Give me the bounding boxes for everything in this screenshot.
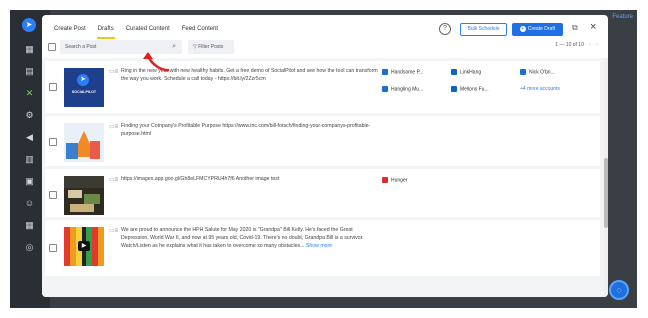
list-item[interactable]: ➤ SOCIALPILOT ▭≡ Ring in the new year wi… [45, 61, 600, 113]
background-feature-link: Feature [612, 14, 633, 20]
connect-icon[interactable]: ✕ [23, 88, 36, 98]
analytics-icon[interactable]: ▥ [23, 154, 36, 164]
socialpilot-logo-icon: ➤ [77, 74, 89, 86]
tab-create-post[interactable]: Create Post [53, 23, 87, 39]
drafts-modal: Create Post Drafts Curated Content Feed … [42, 15, 608, 297]
draft-list: ➤ SOCIALPILOT ▭≡ Ring in the new year wi… [42, 58, 604, 297]
account-tag: Hangling Mu... [382, 86, 423, 93]
close-icon[interactable]: × [590, 21, 596, 33]
list-item[interactable]: ▭≡ https://images.app.goo.gl/Gh8eLFMCYPR… [45, 169, 600, 217]
account-tag: LinkHang [451, 69, 481, 76]
account-tag: Handsome P... [382, 69, 423, 76]
settings-icon[interactable]: ⚙ [23, 110, 36, 120]
expand-icon[interactable]: ⧉ [572, 23, 578, 33]
linkedin-icon [451, 69, 457, 75]
plus-icon: + [519, 25, 526, 32]
post-checkbox[interactable] [49, 191, 57, 199]
text-image-icon: ▭≡ [109, 124, 119, 130]
filter-bar: Search a Post ⌕ ▽ Filter Posts 1 — 10 of… [42, 38, 608, 56]
post-text: We are proud to announce the HPH Salute … [121, 226, 379, 250]
prev-page-icon[interactable]: ‹ [589, 42, 591, 48]
post-thumbnail [64, 176, 104, 215]
post-checkbox[interactable] [49, 244, 57, 252]
select-all-checkbox[interactable] [48, 43, 56, 51]
account-name: Hunger [391, 177, 408, 184]
filter-posts-button[interactable]: ▽ Filter Posts [188, 40, 234, 54]
account-name: Nick O'bri... [529, 69, 555, 76]
text-image-icon: ▭≡ [109, 177, 119, 183]
chat-icon[interactable]: ◌ [609, 280, 629, 300]
content-icon[interactable]: ▣ [23, 176, 36, 186]
create-draft-label: Create Draft [527, 26, 556, 32]
calendar-icon[interactable]: ▦ [23, 220, 36, 230]
post-thumbnail [64, 123, 104, 162]
tab-curated-content[interactable]: Curated Content [125, 23, 171, 39]
account-name: Mellons Fu... [460, 86, 489, 93]
post-text: Finding your Company's Profitable Purpos… [121, 123, 371, 137]
facebook-icon [382, 69, 388, 75]
text-image-icon: ▭≡ [109, 69, 119, 75]
modal-tabs: Create Post Drafts Curated Content Feed … [53, 23, 219, 39]
post-thumbnail: ➤ SOCIALPILOT [64, 68, 104, 107]
account-tag: Mellons Fu... [451, 86, 489, 93]
scrollbar-thumb[interactable] [604, 158, 608, 228]
post-text: https://images.app.goo.gl/Gh8eLFMCYPRU4h… [121, 176, 280, 182]
more-accounts-link[interactable]: +4 more accounts [520, 86, 560, 93]
help-icon[interactable]: ? [439, 23, 451, 35]
account-tag: Nick O'bri... [520, 69, 555, 76]
search-placeholder: Search a Post [65, 44, 97, 50]
text-video-icon: ▭≡ [109, 228, 119, 234]
create-draft-button[interactable]: + Create Draft [512, 23, 563, 36]
account-name: Handsome P... [391, 69, 424, 76]
list-item[interactable]: ▶ ▭≡ We are proud to announce the HPH Sa… [45, 220, 600, 276]
pagination: 1 — 10 of 10 ‹ › [555, 42, 598, 48]
posts-icon[interactable]: ▤ [23, 66, 36, 76]
filter-label: Filter Posts [198, 44, 224, 50]
video-thumbnail: ▶ [64, 227, 104, 266]
show-more-link[interactable]: Show more [306, 243, 332, 249]
pinterest-icon [382, 177, 388, 183]
thumbnail-label: SOCIALPILOT [71, 90, 97, 94]
team-icon[interactable]: ☺ [23, 198, 36, 208]
next-page-icon[interactable]: › [596, 42, 598, 48]
list-item[interactable]: ▭≡ Finding your Company's Profitable Pur… [45, 116, 600, 166]
annotation-arrow-icon [143, 52, 170, 72]
support-icon[interactable]: ◎ [23, 242, 36, 252]
play-icon[interactable]: ▶ [78, 241, 90, 251]
facebook-icon [382, 86, 388, 92]
dashboard-icon[interactable]: ▦ [23, 44, 36, 54]
campaign-icon[interactable]: ◀ [23, 132, 36, 142]
account-name: Hangling Mu... [391, 86, 424, 93]
linkedin-icon [451, 86, 457, 92]
scrollbar[interactable] [604, 58, 608, 297]
bulk-schedule-button[interactable]: Bulk Schedule [460, 23, 507, 36]
search-icon: ⌕ [172, 43, 176, 50]
account-name: LinkHang [460, 69, 482, 76]
post-checkbox[interactable] [49, 83, 57, 91]
facebook-icon [520, 69, 526, 75]
account-tag: Hunger [382, 177, 407, 184]
post-checkbox[interactable] [49, 138, 57, 146]
tab-drafts[interactable]: Drafts [96, 23, 115, 39]
pagination-count: 1 — 10 of 10 [555, 42, 584, 48]
app-logo-icon[interactable]: ➤ [22, 18, 36, 32]
tab-feed-content[interactable]: Feed Content [181, 23, 219, 39]
